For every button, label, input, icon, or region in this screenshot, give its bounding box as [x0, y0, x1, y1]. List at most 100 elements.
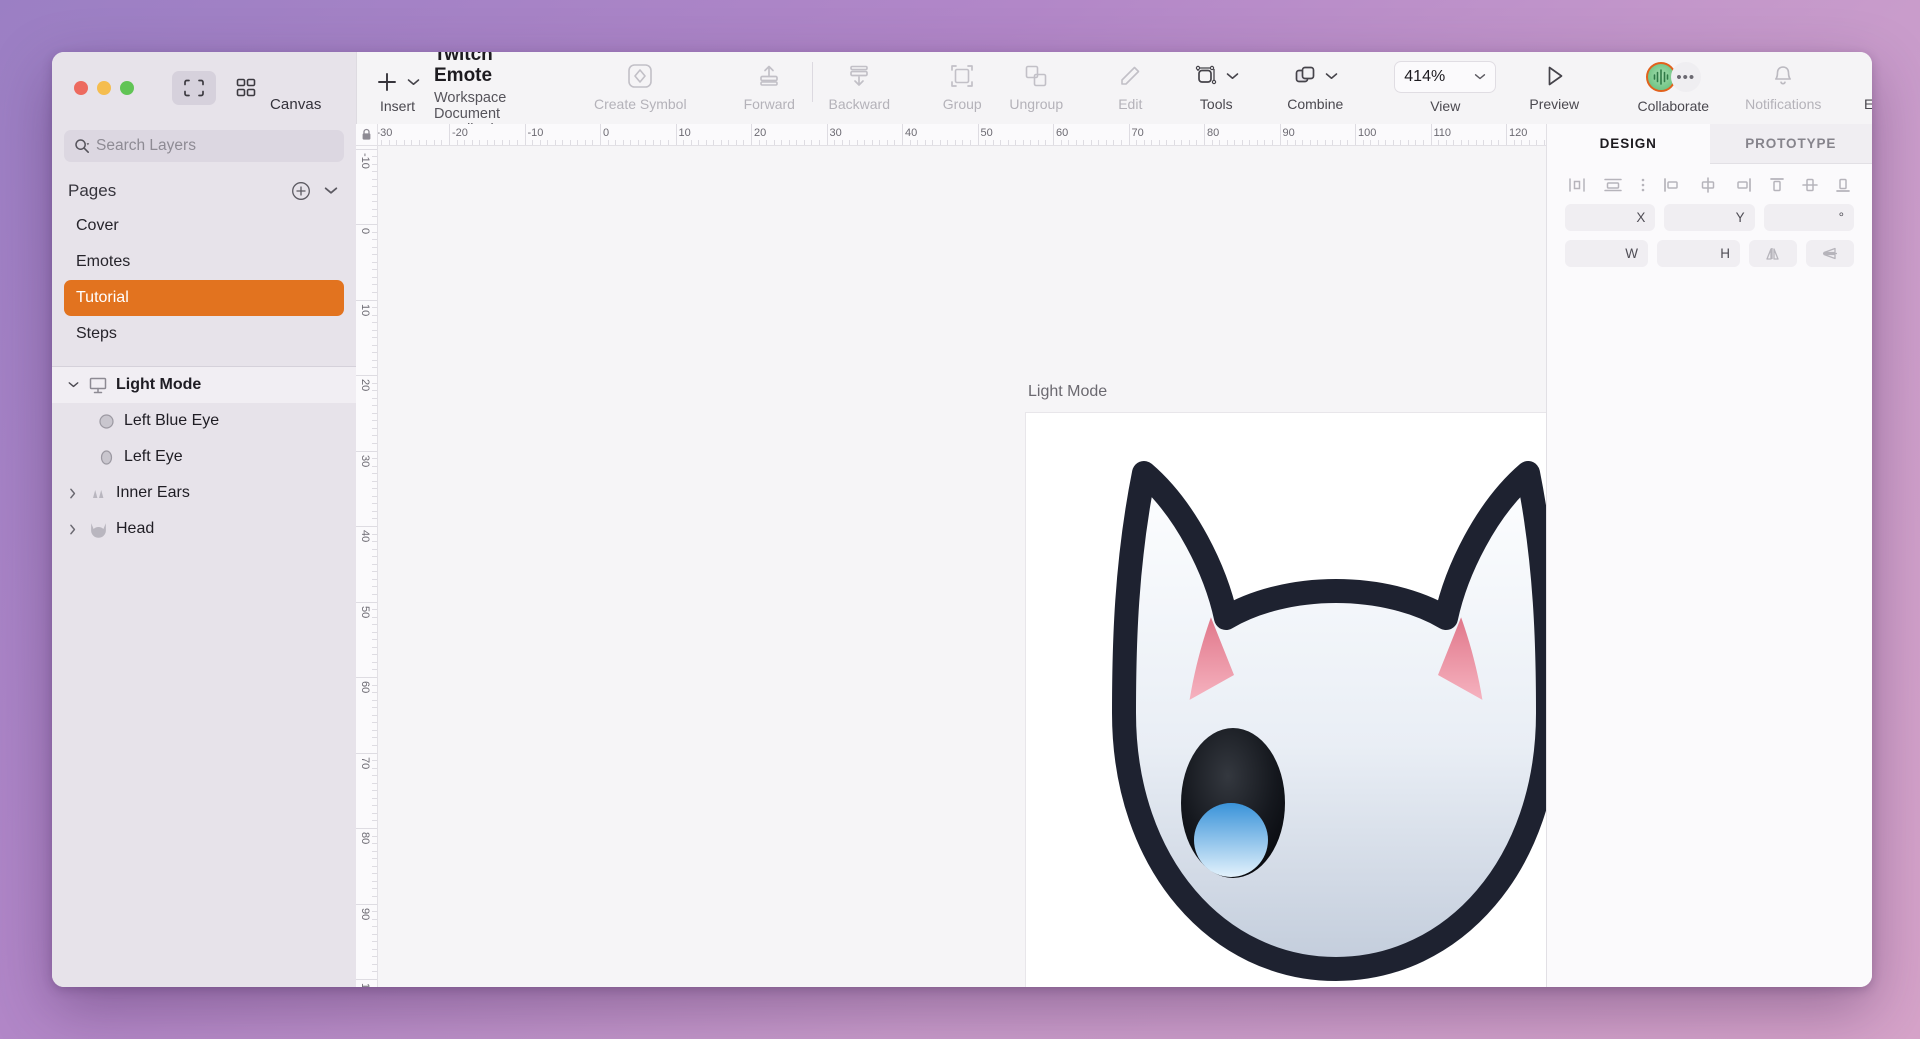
distribute-horizontal-icon[interactable]	[1639, 176, 1647, 194]
tab-design[interactable]: DESIGN	[1547, 124, 1710, 164]
plus-icon	[375, 70, 399, 94]
ruler-minor-tick	[1189, 140, 1190, 145]
chevron-down-icon[interactable]	[66, 378, 80, 392]
notifications-button[interactable]: Notifications	[1729, 52, 1837, 112]
align-middle-icon[interactable]	[1698, 176, 1718, 194]
combine-button[interactable]: Combine	[1267, 52, 1363, 112]
pages-collapse-chevron-icon[interactable]	[320, 180, 342, 202]
tab-prototype[interactable]: PROTOTYPE	[1710, 124, 1873, 164]
minimize-window-button[interactable]	[97, 81, 111, 95]
search-input[interactable]	[96, 137, 334, 155]
tools-button[interactable]: Tools	[1177, 52, 1255, 112]
chevron-down-icon[interactable]	[407, 78, 420, 87]
layer-row[interactable]: Light Mode	[52, 367, 356, 403]
align-top-icon[interactable]	[1768, 176, 1786, 194]
horizontal-ruler[interactable]: -40-30-20-100102030405060708090100110120…	[356, 124, 1546, 146]
flip-vertical-button[interactable]	[1806, 240, 1854, 267]
align-left-edge-icon[interactable]	[1662, 176, 1682, 194]
ruler-lock-button[interactable]	[356, 124, 378, 145]
flip-horizontal-button[interactable]	[1749, 240, 1797, 267]
inspector-panel: DESIGN PROTOTYPE	[1546, 124, 1872, 987]
page-item-steps[interactable]: Steps	[64, 316, 344, 352]
align-bottom-icon[interactable]	[1834, 176, 1852, 194]
ruler-minor-tick	[1212, 140, 1213, 145]
h-field[interactable]: H	[1657, 240, 1740, 267]
sidebar-header: Canvas	[52, 52, 356, 124]
ruler-minor-tick	[372, 730, 377, 731]
rotation-field[interactable]: °	[1764, 204, 1854, 231]
ruler-minor-tick	[1234, 140, 1235, 145]
edit-button[interactable]: Edit	[1099, 52, 1161, 112]
ruler-minor-tick	[1400, 140, 1401, 145]
zoom-window-button[interactable]	[120, 81, 134, 95]
align-right-edge-icon[interactable]	[1733, 176, 1753, 194]
align-center-horizontal-icon[interactable]	[1602, 176, 1624, 194]
align-left-icon[interactable]	[1567, 176, 1587, 194]
ruler-label: 100	[359, 983, 371, 987]
layer-label: Inner Ears	[116, 484, 190, 502]
artboard-light-mode[interactable]	[1026, 413, 1546, 987]
w-field[interactable]: W	[1565, 240, 1648, 267]
horizontal-ruler-scale: -40-30-20-100102030405060708090100110120…	[378, 124, 1546, 145]
left-blue-eye	[1194, 803, 1268, 877]
notifications-label: Notifications	[1745, 96, 1821, 112]
view-control[interactable]: 414% View	[1393, 52, 1497, 114]
add-page-button[interactable]	[290, 180, 312, 202]
ruler-minor-tick	[925, 140, 926, 145]
pages-header: Pages	[52, 172, 356, 208]
chevron-down-icon[interactable]	[1474, 73, 1486, 81]
ungroup-button[interactable]: Ungroup	[995, 52, 1077, 112]
page-item-emotes[interactable]: Emotes	[64, 244, 344, 280]
chevron-right-icon[interactable]	[66, 522, 80, 536]
layer-label: Left Eye	[124, 448, 183, 466]
canvas-viewport[interactable]: Light Mode	[378, 146, 1546, 987]
ruler-minor-tick	[970, 140, 971, 145]
ruler-minor-tick	[372, 949, 377, 950]
ruler-label: -10	[528, 127, 544, 139]
page-item-cover[interactable]: Cover	[64, 208, 344, 244]
backward-button[interactable]: Backward	[819, 52, 899, 112]
align-vertical-center-icon[interactable]	[1801, 176, 1819, 194]
ruler-minor-tick	[766, 140, 767, 145]
create-symbol-button[interactable]: Create Symbol	[584, 52, 696, 112]
bell-icon	[1771, 60, 1795, 92]
ruler-minor-tick	[1219, 140, 1220, 145]
group-button[interactable]: Group	[929, 52, 995, 112]
ruler-minor-tick	[502, 140, 503, 145]
canvas-view-button[interactable]	[172, 71, 216, 105]
insert-button[interactable]: Insert	[375, 62, 420, 114]
search-layers-box[interactable]	[64, 130, 344, 162]
toolbar: Canvas Insert	[52, 52, 1872, 124]
ruler-minor-tick	[381, 140, 382, 145]
preview-button[interactable]: Preview	[1515, 52, 1593, 112]
x-field[interactable]: X	[1565, 204, 1655, 231]
close-window-button[interactable]	[74, 81, 88, 95]
y-field[interactable]: Y	[1664, 204, 1754, 231]
artboard-name-label[interactable]: Light Mode	[1028, 383, 1107, 401]
collaborate-button[interactable]: ••• Collaborate	[1623, 52, 1723, 114]
page-item-tutorial[interactable]: Tutorial	[64, 280, 344, 316]
ruler-minor-tick	[668, 140, 669, 145]
layer-row[interactable]: Left Eye	[52, 439, 356, 475]
grid-view-button[interactable]	[224, 71, 268, 105]
chevron-right-icon[interactable]	[66, 486, 80, 500]
zoom-select[interactable]: 414%	[1394, 61, 1496, 93]
layer-row[interactable]: Inner Ears	[52, 475, 356, 511]
collaborate-label: Collaborate	[1637, 98, 1709, 114]
layer-row[interactable]: Left Blue Eye	[52, 403, 356, 439]
preview-label: Preview	[1529, 96, 1579, 112]
ruler-minor-tick	[1038, 140, 1039, 145]
ruler-major-tick	[1204, 124, 1205, 145]
ruler-major-tick	[1129, 124, 1130, 145]
collaborators-more-button[interactable]: •••	[1671, 62, 1701, 92]
ruler-minor-tick	[1378, 140, 1379, 145]
ruler-major-tick	[827, 124, 828, 145]
ruler-minor-tick	[1340, 140, 1341, 145]
app-window: Canvas Insert	[52, 52, 1872, 987]
ruler-minor-tick	[372, 164, 377, 165]
layer-row[interactable]: Head	[52, 511, 356, 547]
window-controls[interactable]	[74, 81, 134, 95]
layer-label: Left Blue Eye	[124, 412, 219, 430]
export-button[interactable]: Export	[1847, 52, 1872, 112]
forward-button[interactable]: Forward	[732, 52, 806, 112]
